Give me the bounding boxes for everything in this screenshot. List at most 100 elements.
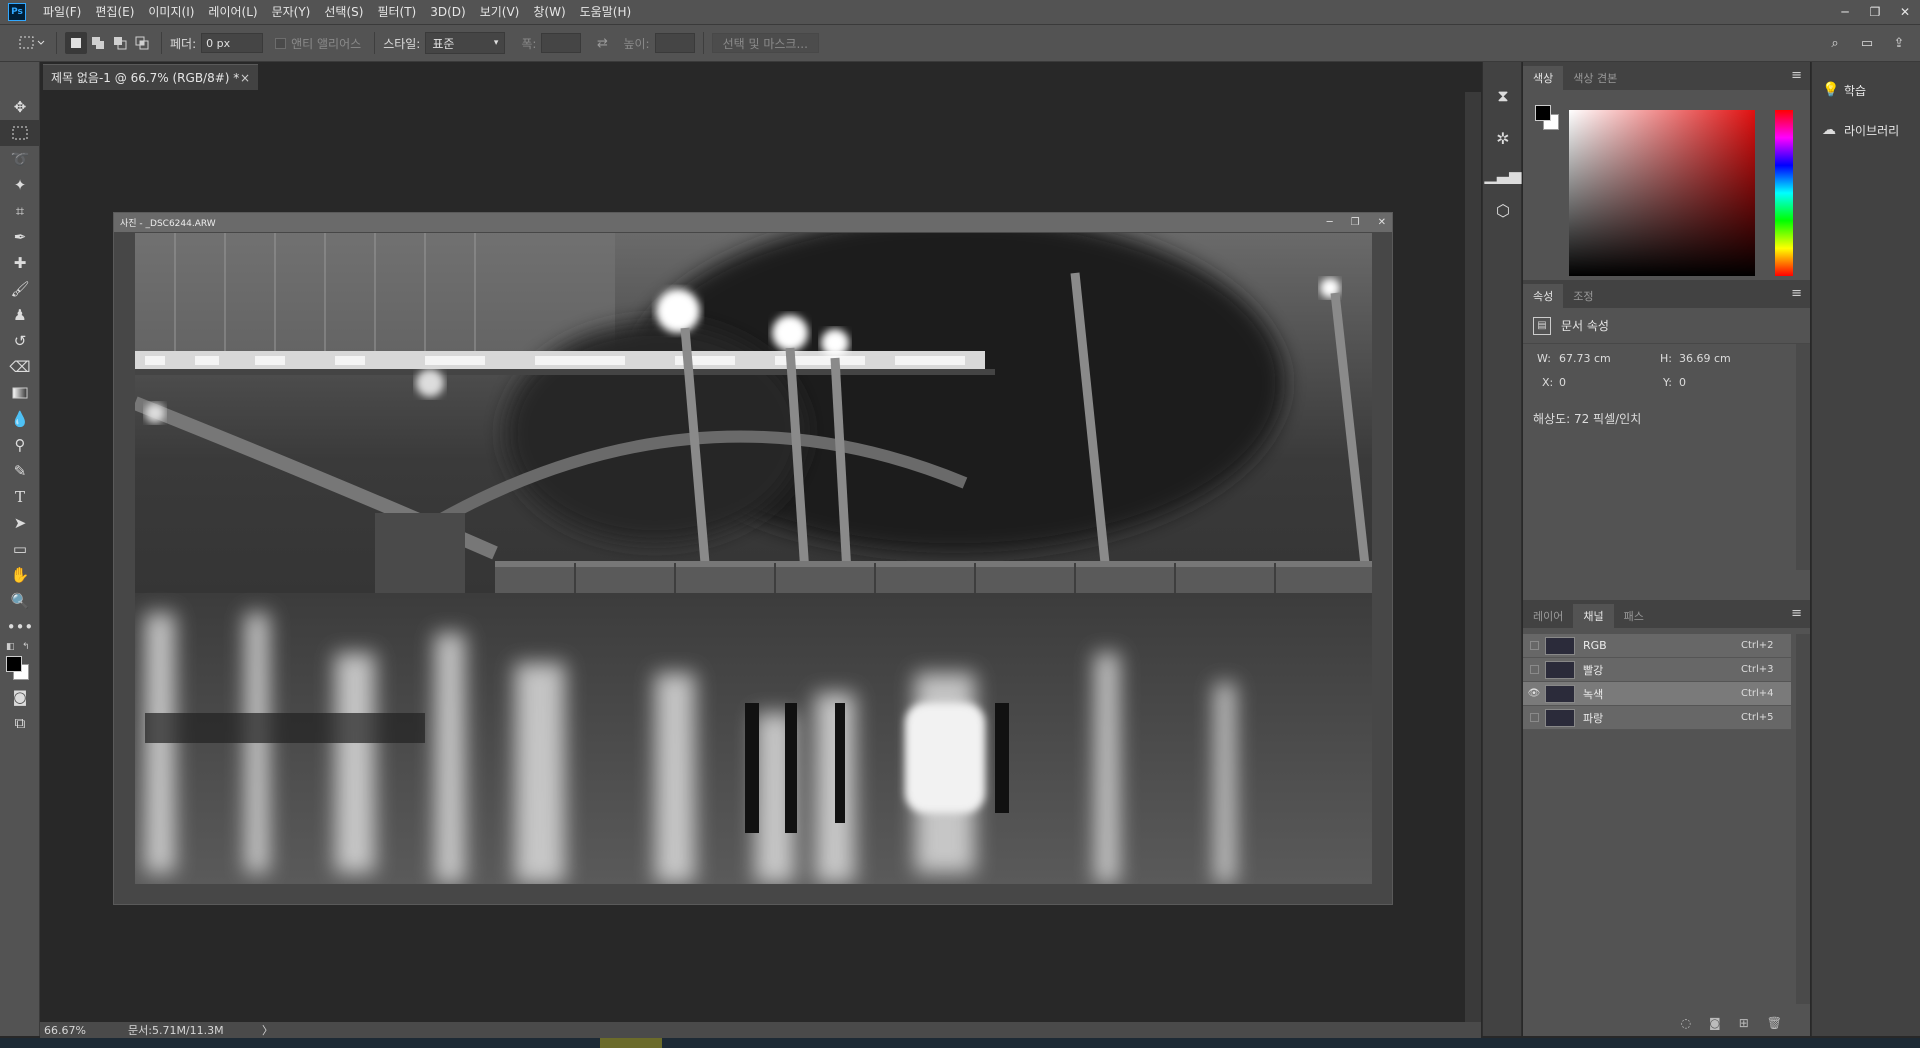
hue-slider[interactable] [1775,110,1793,276]
panel-menu-icon[interactable]: ≡ [1791,68,1802,83]
crop-tool-icon[interactable]: ⌗ [0,198,40,224]
channel-row-rgb[interactable]: RGB Ctrl+2 [1523,634,1791,658]
marquee-tool-icon[interactable] [0,120,40,146]
blur-tool-icon[interactable]: 💧 [0,406,40,432]
channel-row-blue[interactable]: 파랑 Ctrl+5 [1523,706,1791,730]
new-channel-icon[interactable]: ⊞ [1739,1016,1749,1030]
rectangle-tool-icon[interactable]: ▭ [0,536,40,562]
visibility-toggle[interactable] [1523,641,1545,650]
restore-icon[interactable]: ❐ [1351,217,1360,228]
healing-brush-tool-icon[interactable]: ✚ [0,250,40,276]
magic-wand-tool-icon[interactable]: ✦ [0,172,40,198]
restore-button[interactable]: ❐ [1860,0,1890,24]
tab-swatches[interactable]: 색상 견본 [1563,66,1627,90]
close-button[interactable]: ✕ [1890,0,1920,24]
menu-3d[interactable]: 3D(D) [423,0,472,24]
status-menu-arrow-icon[interactable]: 〉 [262,1022,273,1038]
y-value[interactable]: 0 [1679,376,1686,389]
eyedropper-tool-icon[interactable]: ✒ [0,224,40,250]
add-selection-button[interactable] [87,32,109,54]
width-input[interactable] [541,33,582,53]
h-value[interactable]: 36.69 cm [1679,352,1731,365]
close-icon[interactable]: ✕ [1378,217,1386,228]
menu-image[interactable]: 이미지(I) [141,0,201,24]
pen-tool-icon[interactable]: ✎ [0,458,40,484]
channels-scrollbar[interactable] [1796,634,1810,1004]
quick-mask-icon[interactable]: ◙ [0,684,40,710]
select-and-mask-button[interactable]: 선택 및 마스크... [711,33,819,53]
menu-filter[interactable]: 필터(T) [370,0,423,24]
path-selection-tool-icon[interactable]: ➤ [0,510,40,536]
w-value[interactable]: 67.73 cm [1559,352,1611,365]
document-tab[interactable]: 제목 없음-1 @ 66.7% (RGB/8#) * × [43,64,258,90]
share-icon[interactable]: ⇪ [1888,32,1910,54]
menu-window[interactable]: 창(W) [526,0,572,24]
gradient-tool-icon[interactable] [0,380,40,406]
zoom-tool-icon[interactable]: 🔍 [0,588,40,614]
type-tool-icon[interactable]: T [0,484,40,510]
menu-layer[interactable]: 레이어(L) [201,0,264,24]
minimize-icon[interactable]: ─ [1327,217,1333,228]
subtract-selection-button[interactable] [109,32,131,54]
3d-cube-icon[interactable]: ⬡ [1483,192,1523,228]
minimize-button[interactable]: ─ [1830,0,1860,24]
more-tools-icon[interactable]: ••• [0,614,40,640]
vertical-scrollbar[interactable] [1465,92,1481,1026]
marquee-preset-picker[interactable] [16,32,48,54]
move-tool-icon[interactable]: ✥ [0,94,40,120]
height-input[interactable] [654,33,695,53]
floating-window-titlebar[interactable]: 사진 - _DSC6244.ARW ─ ❐ ✕ [114,213,1392,232]
intersect-selection-button[interactable] [131,32,153,54]
channel-row-green[interactable]: 👁 녹색 Ctrl+4 [1523,682,1791,706]
history-icon[interactable]: ⧗ [1483,78,1523,114]
tab-layers[interactable]: 레이어 [1523,604,1573,628]
default-colors-icon[interactable]: ◧ [6,642,15,652]
close-icon[interactable]: × [240,71,250,85]
swap-colors-icon[interactable]: ↰ [22,642,30,652]
stamp-tool-icon[interactable]: ♟ [0,302,40,328]
tab-channels[interactable]: 채널 [1573,604,1614,628]
load-selection-icon[interactable]: ◌ [1681,1016,1691,1030]
workspace-icon[interactable]: ▭ [1856,32,1878,54]
x-value[interactable]: 0 [1559,376,1566,389]
eye-icon[interactable]: 👁 [1523,688,1545,699]
lasso-tool-icon[interactable]: ➰ [0,146,40,172]
foreground-color-swatch[interactable] [6,656,22,672]
menu-type[interactable]: 문자(Y) [265,0,318,24]
dodge-tool-icon[interactable]: ⚲ [0,432,40,458]
tab-paths[interactable]: 패스 [1614,604,1654,628]
learn-item[interactable]: 💡 학습 [1812,70,1920,110]
tab-properties[interactable]: 속성 [1523,284,1564,308]
new-selection-button[interactable] [65,32,87,54]
floating-photo-window[interactable]: 사진 - _DSC6244.ARW ─ ❐ ✕ [113,212,1393,905]
menu-file[interactable]: 파일(F) [36,0,88,24]
menu-view[interactable]: 보기(V) [473,0,527,24]
swap-dimensions-icon[interactable]: ⇄ [591,32,613,54]
visibility-toggle[interactable] [1523,665,1545,674]
histogram-icon[interactable]: ▁▃▅ [1483,156,1523,192]
menu-help[interactable]: 도움말(H) [573,0,639,24]
foreground-color-chip[interactable] [1535,105,1551,121]
brush-tool-icon[interactable]: 🖌 [0,276,40,302]
eraser-tool-icon[interactable]: ⌫ [0,354,40,380]
visibility-toggle[interactable] [1523,713,1545,722]
hand-tool-icon[interactable]: ✋ [0,562,40,588]
menu-select[interactable]: 선택(S) [317,0,370,24]
search-icon[interactable]: ⌕ [1824,32,1846,54]
properties-scrollbar[interactable] [1796,344,1810,570]
delete-channel-icon[interactable]: 🗑 [1767,1016,1782,1030]
panel-menu-icon[interactable]: ≡ [1791,606,1802,621]
libraries-item[interactable]: ☁ 라이브러리 [1812,110,1920,150]
channel-row-red[interactable]: 빨강 Ctrl+3 [1523,658,1791,682]
history-brush-tool-icon[interactable]: ↺ [0,328,40,354]
style-select[interactable]: 표준 ▾ [425,32,506,54]
color-field[interactable] [1569,110,1755,276]
antialias-checkbox[interactable] [275,37,287,49]
menu-edit[interactable]: 편집(E) [88,0,141,24]
save-selection-icon[interactable]: ◙ [1709,1016,1721,1030]
zoom-level[interactable]: 66.67% [44,1024,128,1037]
tab-adjustments[interactable]: 조정 [1563,284,1603,308]
feather-input[interactable]: 0 px [201,33,264,53]
panel-menu-icon[interactable]: ≡ [1791,286,1802,301]
tab-color[interactable]: 색상 [1523,66,1564,90]
